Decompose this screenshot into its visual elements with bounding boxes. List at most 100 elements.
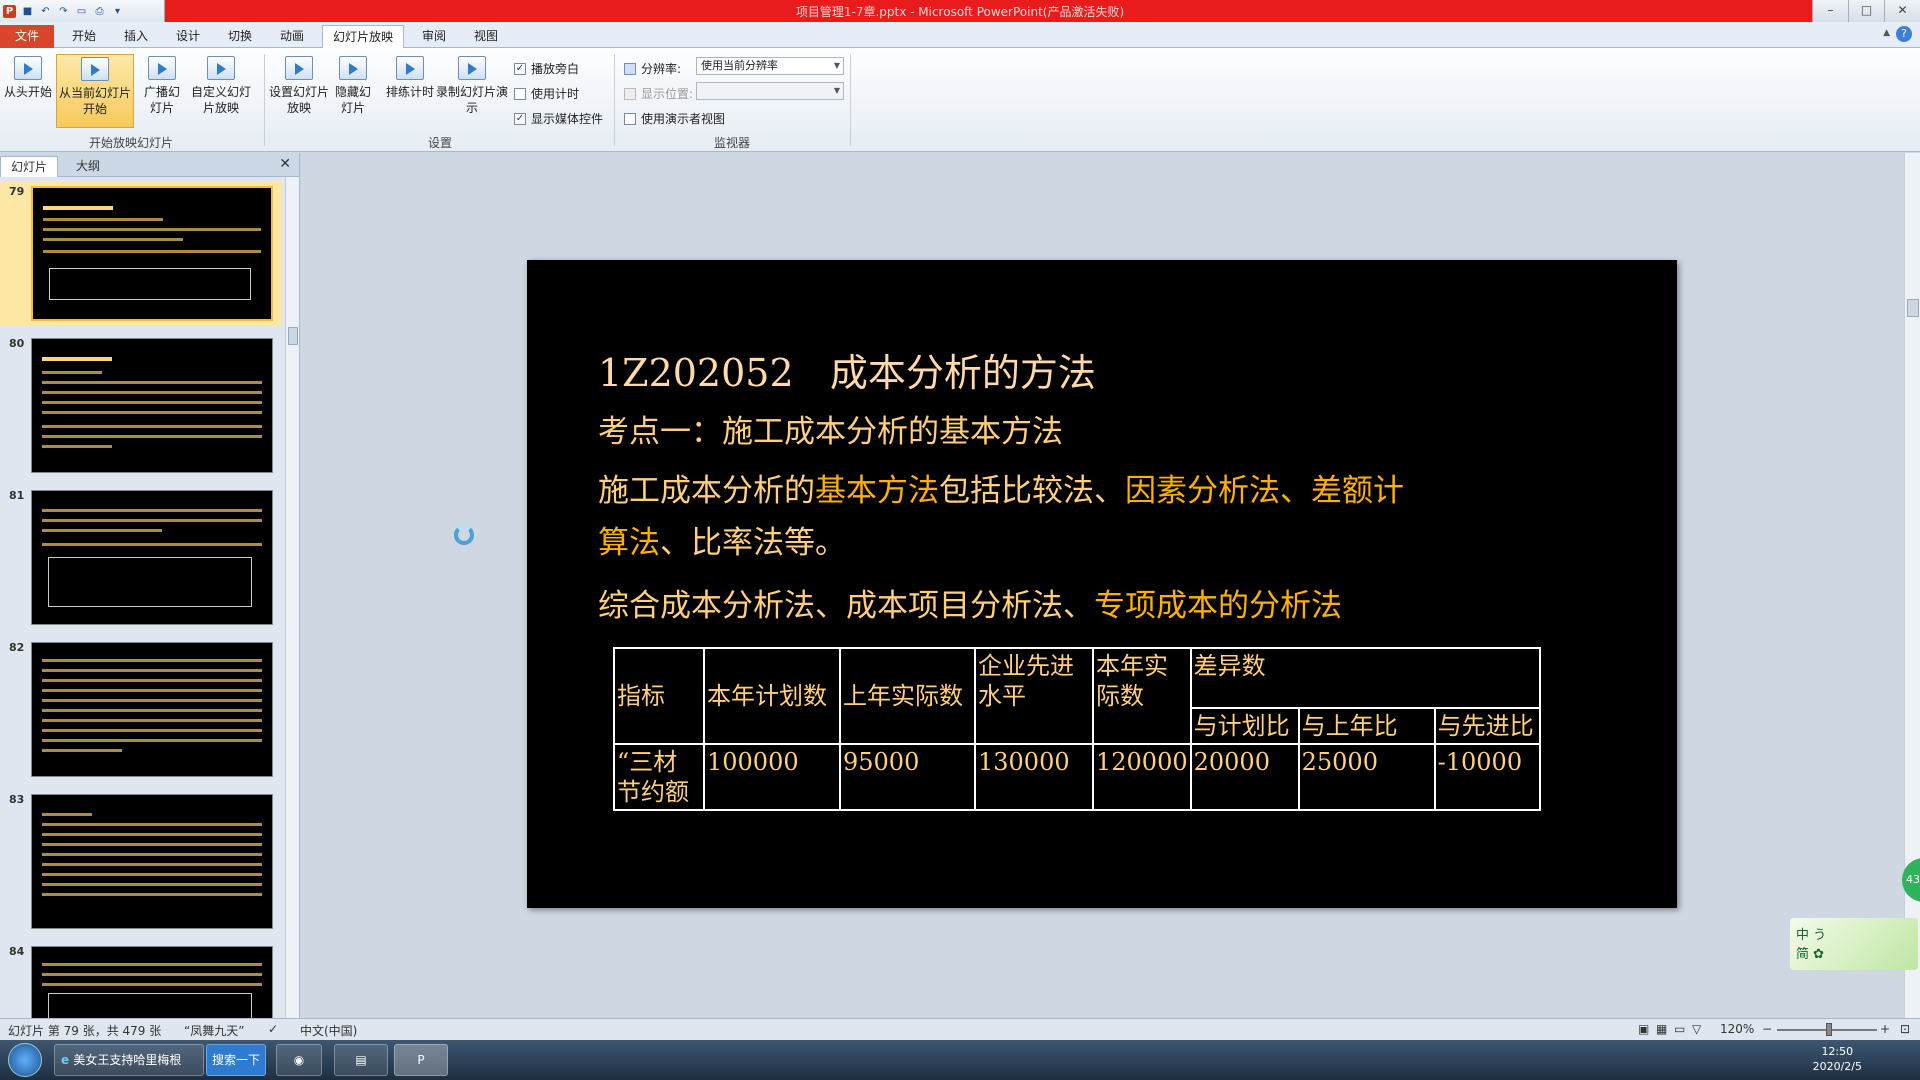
slide-thumbnail-image <box>31 794 273 929</box>
hide-slide-button[interactable]: 隐藏幻灯片 <box>334 56 372 116</box>
scrollbar-thumb[interactable] <box>1907 299 1919 317</box>
presenter-view-checkbox[interactable]: 使用演示者视图 <box>624 110 725 127</box>
minimize-button[interactable]: – <box>1812 0 1848 22</box>
table-header: 与先进比 <box>1433 707 1542 745</box>
language-status[interactable]: 中文(中国) <box>300 1022 357 1039</box>
table-header: 本年计划数 <box>703 647 841 745</box>
zoom-level[interactable]: 120% <box>1720 1022 1754 1036</box>
group-label-start: 开始放映幻灯片 <box>88 136 173 150</box>
record-slideshow-button[interactable]: 录制幻灯片演示 <box>436 56 508 116</box>
slide-title: 1Z202052 成本分析的方法 <box>598 351 1096 395</box>
table-header: 与上年比 <box>1297 707 1436 745</box>
table-header: 上年实际数 <box>839 647 976 745</box>
slideshow-view-icon[interactable]: ▽ <box>1692 1022 1701 1036</box>
slide-sorter-icon[interactable]: ▦ <box>1656 1022 1667 1036</box>
slideshow-current-icon <box>81 57 109 81</box>
group-separator <box>614 54 615 146</box>
search-button[interactable]: 搜索一下 <box>206 1044 266 1076</box>
group-separator <box>264 54 265 146</box>
tab-slides[interactable]: 幻灯片 <box>0 156 59 177</box>
slide-thumbnail[interactable]: 84 <box>0 941 282 1018</box>
widget-text: 中 う <box>1796 928 1827 943</box>
table-cell: 120000 <box>1092 743 1192 811</box>
close-pane-icon[interactable]: ✕ <box>279 156 291 172</box>
zoom-in-button[interactable]: + <box>1880 1022 1890 1036</box>
tab-insert[interactable]: 插入 <box>114 25 158 48</box>
monitor-icon <box>624 87 636 100</box>
table-cell: “三材节约额 <box>613 743 705 811</box>
slide-thumbnail[interactable]: 79 <box>0 181 282 326</box>
resolution-dropdown[interactable]: 使用当前分辨率 ▼ <box>696 57 844 75</box>
explorer-icon[interactable]: ▤ <box>334 1044 388 1076</box>
chevron-down-icon: ▼ <box>833 61 840 70</box>
monitor-icon <box>624 62 636 75</box>
tab-review[interactable]: 审阅 <box>412 25 456 48</box>
slide-thumbnail[interactable]: 82 <box>0 637 282 782</box>
reading-view-icon[interactable]: ▭ <box>1674 1022 1685 1036</box>
tab-animations[interactable]: 动画 <box>270 25 314 48</box>
custom-show-icon <box>207 56 235 80</box>
slide-count-status: 幻灯片 第 79 张，共 479 张 <box>8 1024 162 1038</box>
slide-thumbnail[interactable]: 80 <box>0 333 282 478</box>
title-bar: P ■ ↶ ↷ ▭ ⎙ ▾ 项目管理1-7章.pptx - Microsoft … <box>0 0 1920 22</box>
start-button[interactable] <box>8 1043 42 1077</box>
tab-home[interactable]: 开始 <box>62 25 106 48</box>
tab-view[interactable]: 视图 <box>464 25 508 48</box>
show-on-dropdown[interactable]: ▼ <box>696 82 844 100</box>
taskbar-ie-item[interactable]: e 美女王支持哈里梅根 <box>54 1044 204 1076</box>
table-cell: 95000 <box>839 743 976 811</box>
custom-slideshow-button[interactable]: 自定义幻灯片放映 <box>186 56 256 116</box>
rehearse-timings-button[interactable]: 排练计时 <box>382 56 438 100</box>
table-cell: 130000 <box>974 743 1094 811</box>
collapse-ribbon-icon[interactable]: ▲ <box>1883 28 1890 38</box>
powerpoint-taskbar-icon[interactable]: P <box>394 1044 448 1076</box>
ribbon-tabs: 文件 开始 插入 设计 切换 动画 幻灯片放映 审阅 视图 ▲ ? <box>0 22 1920 48</box>
table-row: “三材节约额 100000 95000 130000 120000 20000 … <box>613 743 1542 811</box>
broadcast-button[interactable]: 广播幻灯片 <box>142 56 182 116</box>
tab-slideshow[interactable]: 幻灯片放映 <box>322 25 404 48</box>
group-separator <box>850 54 851 146</box>
hide-slide-icon <box>339 56 367 80</box>
loading-cursor-icon <box>454 525 474 545</box>
setup-slideshow-button[interactable]: 设置幻灯片放映 <box>268 56 330 116</box>
slide-table: 指标 本年计划数 上年实际数 企业先进水平 本年实际数 差异数 与计划比 与上年… <box>613 647 1542 811</box>
table-cell: 25000 <box>1297 743 1436 811</box>
slide-canvas[interactable]: 1Z202052 成本分析的方法 考点一：施工成本分析的基本方法 施工成本分析的… <box>527 260 1677 908</box>
system-clock[interactable]: 12:50 2020/2/5 <box>1813 1044 1862 1074</box>
chevron-down-icon: ▼ <box>833 86 840 95</box>
slide-number: 81 <box>9 489 25 502</box>
stopwatch-icon <box>396 56 424 80</box>
chrome-icon[interactable]: ◉ <box>276 1044 322 1076</box>
tab-outline[interactable]: 大纲 <box>66 156 110 177</box>
slide-number: 80 <box>9 337 25 350</box>
spellcheck-icon[interactable]: ✓ <box>268 1022 278 1036</box>
narration-checkbox[interactable]: ✓ 播放旁白 <box>514 60 579 77</box>
broadcast-icon <box>148 56 176 80</box>
tab-file[interactable]: 文件 <box>0 25 54 48</box>
close-button[interactable]: ✕ <box>1884 0 1920 22</box>
scrollbar-thumb[interactable] <box>288 327 298 345</box>
from-start-button[interactable]: 从头开始 <box>4 56 52 100</box>
ribbon-slideshow: 从头开始 从当前幻灯片开始 广播幻灯片 自定义幻灯片放映 开始放映幻灯片 设置幻… <box>0 48 1920 152</box>
slide-thumbnail[interactable]: 81 <box>0 485 282 630</box>
tab-transitions[interactable]: 切换 <box>218 25 262 48</box>
slide-thumbnail-image <box>31 490 273 625</box>
slides-pane-scrollbar[interactable] <box>285 177 299 1018</box>
input-method-widget[interactable]: 中 う 简 ✿ <box>1790 918 1918 970</box>
zoom-slider-handle[interactable] <box>1826 1023 1832 1036</box>
fit-to-window-icon[interactable]: ⊡ <box>1900 1022 1910 1036</box>
table-header: 差异数 <box>1189 647 1542 709</box>
use-timings-checkbox[interactable]: 使用计时 <box>514 85 579 102</box>
maximize-button[interactable]: □ <box>1848 0 1884 22</box>
slide-thumbnail-image <box>31 946 273 1018</box>
help-icon[interactable]: ? <box>1896 26 1912 42</box>
from-current-slide-button[interactable]: 从当前幻灯片开始 <box>56 54 134 128</box>
media-controls-checkbox[interactable]: ✓ 显示媒体控件 <box>514 110 603 127</box>
normal-view-icon[interactable]: ▣ <box>1638 1022 1649 1036</box>
zoom-out-button[interactable]: − <box>1762 1022 1772 1036</box>
slide-thumbnail[interactable]: 83 <box>0 789 282 934</box>
table-header: 本年实际数 <box>1092 647 1192 745</box>
table-cell: 100000 <box>703 743 841 811</box>
tab-design[interactable]: 设计 <box>166 25 210 48</box>
window-title: 项目管理1-7章.pptx - Microsoft PowerPoint(产品激… <box>795 5 1125 19</box>
